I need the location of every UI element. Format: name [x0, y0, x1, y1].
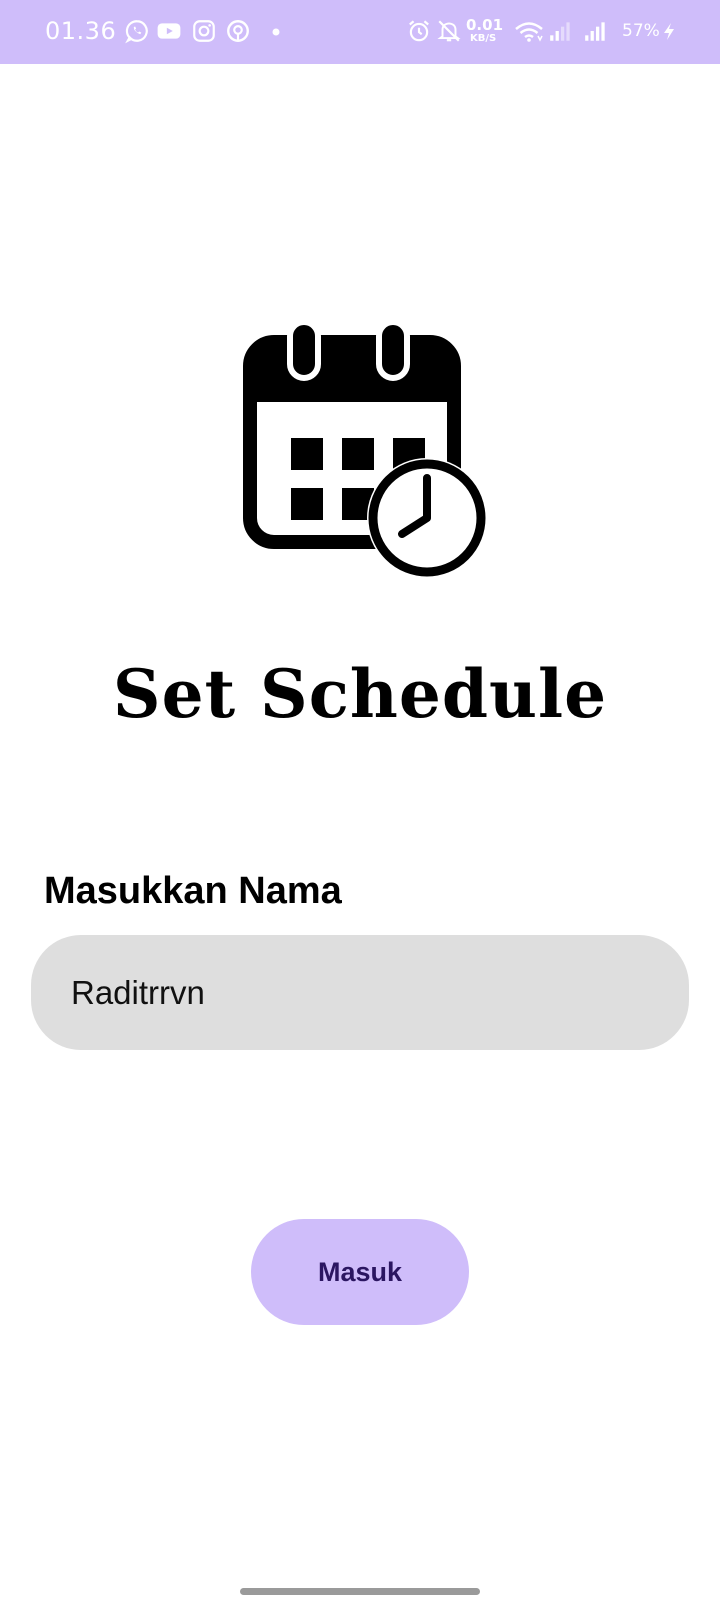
name-field-label: Masukkan Nama [44, 870, 342, 912]
app-notification-icon [227, 20, 249, 42]
name-input[interactable] [31, 935, 689, 1050]
mute-bell-icon [437, 20, 461, 42]
home-indicator[interactable] [240, 1588, 480, 1595]
network-speed-unit: KB/S [470, 33, 497, 44]
signal-strength-icon [550, 22, 570, 41]
charging-bolt-icon [664, 23, 674, 40]
enter-button[interactable]: Masuk [251, 1219, 469, 1325]
instagram-icon [193, 20, 215, 42]
more-dot-icon [272, 28, 280, 36]
page-title: Set Schedule [112, 655, 608, 733]
battery-percentage: 57% [622, 21, 660, 41]
wifi-icon [515, 22, 543, 42]
whatsapp-icon [125, 20, 148, 44]
youtube-icon [157, 23, 181, 39]
status-bar: 01.36 0.01 KB/S 57% [0, 0, 720, 64]
calendar-clock-icon [243, 319, 487, 578]
alarm-icon [409, 20, 429, 42]
signal-strength-icon [585, 22, 605, 41]
status-time: 01.36 [45, 17, 117, 45]
network-speed-value: 0.01 [466, 16, 504, 34]
